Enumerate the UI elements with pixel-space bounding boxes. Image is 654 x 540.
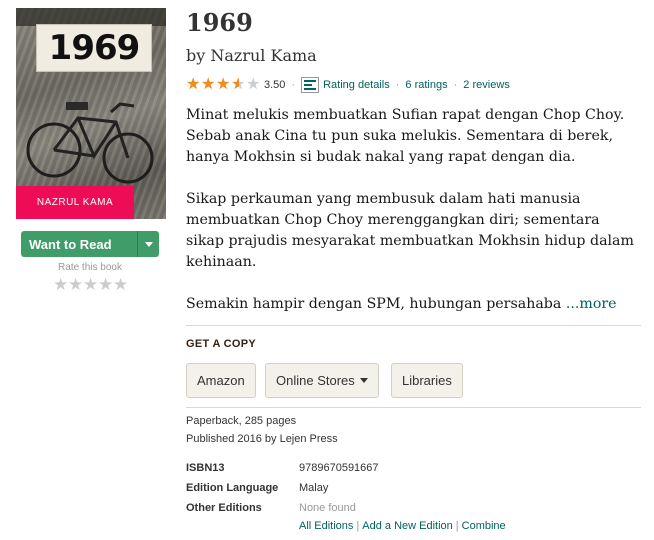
online-stores-button-label: Online Stores xyxy=(276,373,355,388)
description-paragraph: Semakin hampir dengan SPM, hubungan pers… xyxy=(186,296,562,312)
rate-star-1-icon[interactable]: ★ xyxy=(53,276,68,294)
book-title: 1969 xyxy=(186,8,253,37)
separator-dot: · xyxy=(291,79,296,91)
combine-link[interactable]: Combine xyxy=(462,520,506,532)
edition-language-label: Edition Language xyxy=(186,482,279,494)
edition-language-value: Malay xyxy=(299,482,329,494)
caret-down-icon xyxy=(144,241,153,247)
rating-star-icon: ★★ xyxy=(246,76,261,93)
average-rating-value: 3.50 xyxy=(264,79,286,91)
edition-links: All Editions | Add a New Edition | Combine xyxy=(299,520,506,532)
format-info: Paperback, 285 pages xyxy=(186,415,297,427)
rate-star-4-icon[interactable]: ★ xyxy=(98,276,113,294)
rating-star-icon: ★★ xyxy=(186,76,201,93)
rate-star-5-icon[interactable]: ★ xyxy=(113,276,128,294)
rate-star-2-icon[interactable]: ★ xyxy=(68,276,83,294)
rating-row: ★★★★★★★★★★ 3.50 · Rating details · 6 rat… xyxy=(186,76,510,94)
bicycle-illustration xyxy=(26,102,154,184)
isbn-label: ISBN13 xyxy=(186,462,225,474)
separator-dot: · xyxy=(453,79,458,91)
average-rating-stars: ★★★★★★★★★★ xyxy=(186,77,261,93)
amazon-button-label: Amazon xyxy=(197,373,245,388)
cover-title: 1969 xyxy=(36,24,152,72)
isbn-value: 9789670591667 xyxy=(299,462,379,474)
reviews-count-link[interactable]: 2 reviews xyxy=(463,79,509,91)
rating-star-icon: ★★ xyxy=(231,76,246,93)
shelf-dropdown-button[interactable] xyxy=(137,231,159,257)
online-stores-button[interactable]: Online Stores xyxy=(265,363,379,398)
add-new-edition-link[interactable]: Add a New Edition xyxy=(362,520,453,532)
rate-star-3-icon[interactable]: ★ xyxy=(83,276,98,294)
want-to-read-button[interactable]: Want to Read xyxy=(21,231,159,257)
book-description: Minat melukis membuatkan Sufian rapat de… xyxy=(186,105,636,315)
bar-chart-icon[interactable] xyxy=(301,77,320,93)
amazon-button[interactable]: Amazon xyxy=(186,363,256,398)
divider xyxy=(186,325,641,326)
ratings-count-link[interactable]: 6 ratings xyxy=(405,79,447,91)
caret-down-icon xyxy=(359,378,368,383)
publication-info: Published 2016 by Lejen Press xyxy=(186,433,338,445)
rating-star-icon: ★★ xyxy=(201,76,216,93)
book-author[interactable]: by Nazrul Kama xyxy=(186,46,317,65)
other-editions-value: None found xyxy=(299,502,356,514)
cover-author: NAZRUL KAMA xyxy=(16,186,134,219)
rating-details-link[interactable]: Rating details xyxy=(323,79,390,91)
description-paragraph: Sikap perkauman yang membusuk dalam hati… xyxy=(186,191,634,270)
other-editions-label: Other Editions xyxy=(186,502,262,514)
more-link[interactable]: ...more xyxy=(566,296,617,312)
libraries-button-label: Libraries xyxy=(402,373,452,388)
all-editions-link[interactable]: All Editions xyxy=(299,520,353,532)
get-a-copy-heading: GET A COPY xyxy=(186,338,257,350)
rating-star-icon: ★★ xyxy=(216,76,231,93)
rate-this-book-label: Rate this book xyxy=(58,262,122,273)
description-paragraph: Minat melukis membuatkan Sufian rapat de… xyxy=(186,107,625,165)
divider xyxy=(186,407,641,408)
want-to-read-label[interactable]: Want to Read xyxy=(21,231,137,257)
libraries-button[interactable]: Libraries xyxy=(391,363,463,398)
book-cover[interactable]: 1969 NAZRUL KAMA xyxy=(16,8,166,219)
rate-stars[interactable]: ★ ★ ★ ★ ★ xyxy=(53,276,128,294)
separator-dot: · xyxy=(395,79,400,91)
